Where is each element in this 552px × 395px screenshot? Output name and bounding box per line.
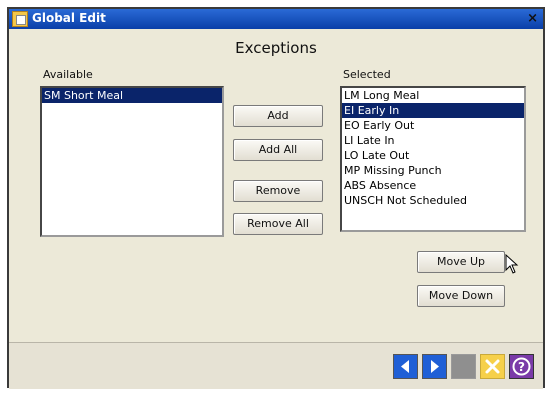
- footer-toolbar: ?: [9, 342, 543, 389]
- selected-list[interactable]: LM Long Meal EI Early In EO Early Out LI La…: [340, 86, 526, 232]
- cancel-icon[interactable]: [480, 354, 505, 379]
- list-item[interactable]: EO Early Out: [342, 118, 524, 133]
- svg-text:?: ?: [518, 360, 525, 374]
- available-list[interactable]: SM Short Meal: [40, 86, 224, 237]
- remove-all-button[interactable]: Remove All: [233, 213, 323, 235]
- back-arrow-icon[interactable]: [393, 354, 418, 379]
- list-item[interactable]: ABS Absence: [342, 178, 524, 193]
- list-item[interactable]: LM Long Meal: [342, 88, 524, 103]
- close-icon[interactable]: ×: [527, 11, 538, 27]
- available-label: Available: [43, 68, 93, 81]
- remove-button[interactable]: Remove: [233, 180, 323, 202]
- forward-arrow-icon[interactable]: [422, 354, 447, 379]
- list-item[interactable]: EI Early In: [342, 103, 524, 118]
- list-item[interactable]: UNSCH Not Scheduled: [342, 193, 524, 208]
- window-title: Global Edit: [32, 11, 106, 25]
- selected-label: Selected: [343, 68, 391, 81]
- add-button[interactable]: Add: [233, 105, 323, 127]
- move-down-button[interactable]: Move Down: [417, 285, 505, 307]
- global-edit-window: Global Edit × Exceptions Available SM Sh…: [7, 7, 545, 389]
- disabled-square-icon: [451, 354, 476, 379]
- add-all-button[interactable]: Add All: [233, 139, 323, 161]
- list-item[interactable]: LI Late In: [342, 133, 524, 148]
- list-item[interactable]: SM Short Meal: [42, 88, 222, 103]
- list-item[interactable]: MP Missing Punch: [342, 163, 524, 178]
- app-icon: [12, 11, 28, 27]
- list-item[interactable]: LO Late Out: [342, 148, 524, 163]
- section-heading: Exceptions: [235, 39, 317, 57]
- title-bar[interactable]: Global Edit ×: [9, 9, 543, 29]
- help-icon[interactable]: ?: [509, 354, 534, 379]
- move-up-button[interactable]: Move Up: [417, 251, 505, 273]
- mouse-cursor-icon: [505, 254, 519, 274]
